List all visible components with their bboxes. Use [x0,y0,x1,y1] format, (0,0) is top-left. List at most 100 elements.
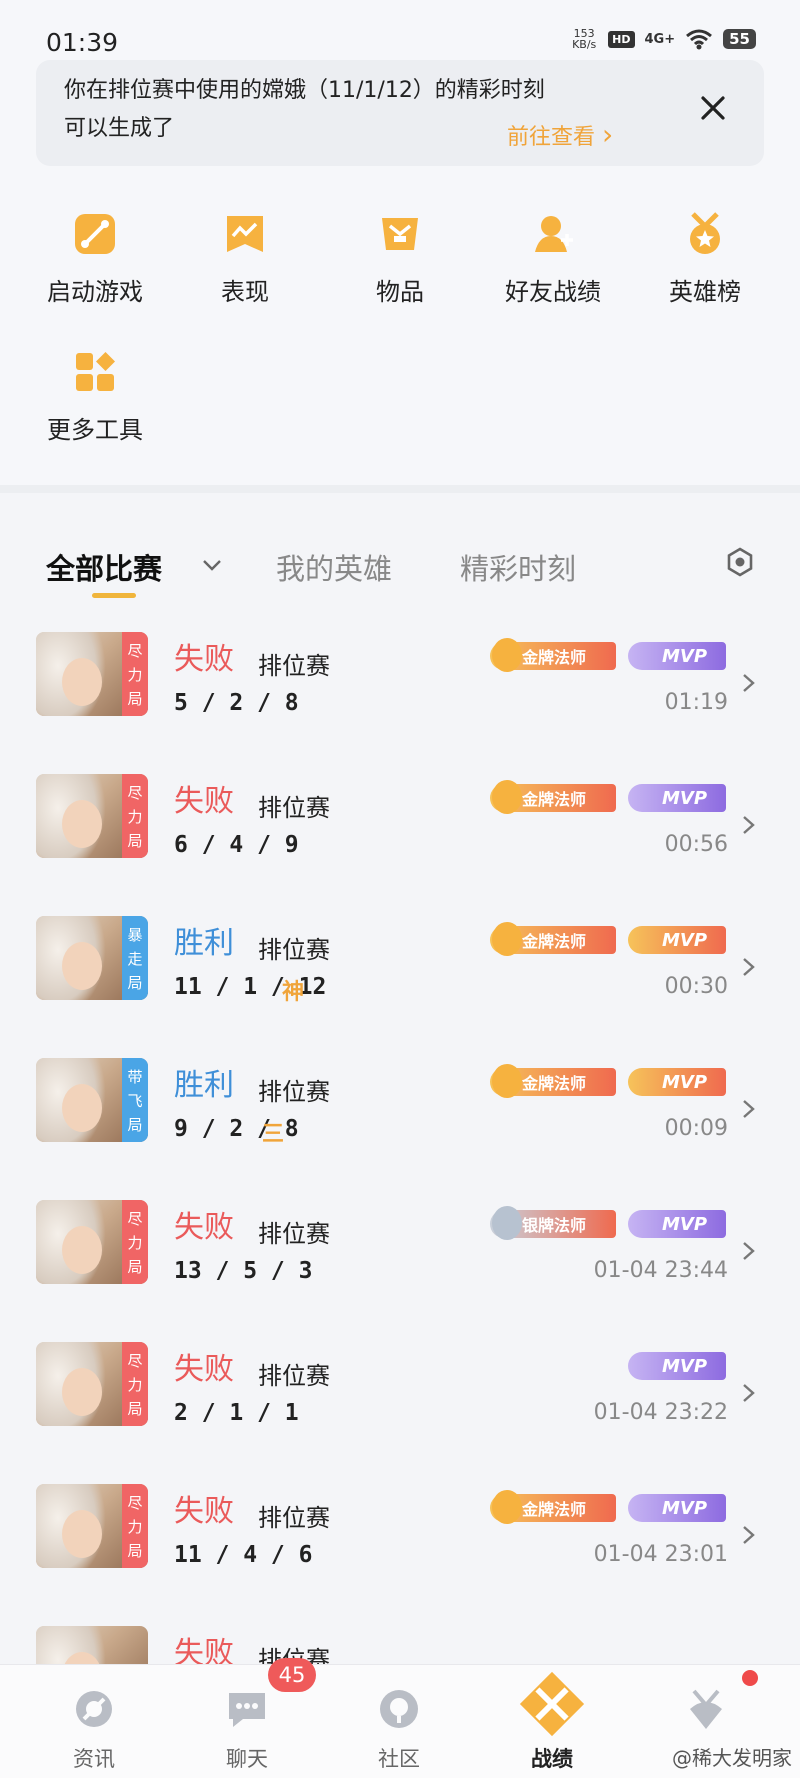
hero-avatar-face [62,1510,102,1558]
hero-avatar: 暴走局 [36,916,148,1000]
medal-label: 金牌法师 [522,932,587,951]
hero-avatar-face [62,1084,102,1132]
match-tag-char: 局 [127,973,143,992]
match-kda: 2 / 1 / 1 [174,1400,299,1426]
mvp-badge: MVP [628,1210,726,1238]
mvp-label: MVP [662,787,708,809]
highlight-notice[interactable]: 你在排位赛中使用的嫦娥（11/1/12）的精彩时刻 可以生成了 [36,60,764,166]
medal-icon [492,922,522,956]
mvp-label: MVP [662,1497,708,1519]
hero-rank-icon [690,212,720,254]
match-row[interactable]: 尽力局失败 排位赛 13 / 5 / 3 银牌法师 MVP 01-04 23:44 [0,1200,800,1342]
mvp-badge: MVP [628,642,726,670]
profile-notification-dot [742,1670,758,1686]
match-time: 01-04 23:44 [593,1258,728,1283]
match-tag-char: 局 [127,689,143,708]
nav-label: 战绩 [531,1747,573,1771]
hero-avatar: 带飞局 [36,1058,148,1142]
nav-news[interactable]: 资讯 [34,1677,154,1773]
tool-more[interactable]: 更多工具 [20,350,170,445]
medal-icon [492,780,522,814]
match-time: 00:56 [664,832,728,857]
match-achievement: 三 [262,1122,285,1147]
items-icon [382,218,418,250]
mvp-label: MVP [662,645,708,667]
match-row[interactable]: 尽力局失败 排位赛 6 / 4 / 9 金牌法师 MVP 00:56 [0,774,800,916]
chevron-down-icon[interactable] [200,553,224,577]
launch-game-icon [75,214,115,254]
match-tag: 尽力局 [122,1484,148,1568]
hero-avatar-face [62,1368,102,1416]
match-achievement: 神 [282,980,305,1005]
match-row[interactable]: 尽力局失败 排位赛 11 / 4 / 6 金牌法师 MVP 01-04 23:01 [0,1484,800,1626]
match-tag-char: 暴 [127,925,143,944]
news-icon [76,1691,112,1727]
match-tag: 尽力局 [122,632,148,716]
notice-line-1: 你在排位赛中使用的嫦娥（11/1/12）的精彩时刻 [64,78,545,103]
match-result: 失败 [174,642,234,677]
performance-icon [227,216,263,252]
hero-avatar: 尽力局 [36,632,148,716]
community-icon [380,1690,418,1728]
watermark: @稀大发明家 [672,1746,792,1770]
tool-friend-record[interactable]: 好友战绩 [478,212,628,307]
match-tag-char: 尽 [127,1351,143,1370]
more-tools-icon [76,352,115,391]
nav-community[interactable]: 社区 [339,1677,459,1773]
match-tag-char: 力 [127,1375,143,1394]
tool-performance[interactable]: 表现 [170,212,320,307]
match-mode: 排位赛 [258,1504,330,1532]
medal-badge: 金牌法师 [490,1490,616,1524]
chevron-right-icon [743,958,755,976]
match-row[interactable]: 暴走局胜利 排位赛 11 / 1 / 12 神金牌法师 MVP 00:30 [0,916,800,1058]
medal-badge: 金牌法师 [490,780,616,814]
match-tag-char: 局 [127,1399,143,1418]
battery-icon: 55 [723,29,756,49]
medal-label: 金牌法师 [522,648,587,667]
match-tag: 带飞局 [122,1058,148,1142]
profile-icon [690,1689,722,1729]
settings-icon[interactable] [724,546,756,578]
chevron-right-icon [743,1526,755,1544]
hd-icon: HD [608,30,635,48]
tool-launch-game[interactable]: 启动游戏 [20,212,170,307]
nav-profile[interactable] [646,1677,766,1743]
section-divider [0,485,800,493]
notice-view-link[interactable]: 前往查看 › [507,118,613,151]
match-kda: 11 / 4 / 6 [174,1542,313,1568]
tab-highlights[interactable]: 精彩时刻 [460,546,576,588]
tool-hero-rank[interactable]: 英雄榜 [630,212,780,307]
mvp-badge: MVP [628,784,726,812]
match-tag: 尽力局 [122,1342,148,1426]
nav-record[interactable]: 战绩 [492,1671,612,1773]
match-tag: 暴走局 [122,916,148,1000]
mvp-label: MVP [662,1071,708,1093]
tool-items[interactable]: 物品 [325,212,475,307]
match-tag-char: 局 [127,1115,143,1134]
tab-all-matches[interactable]: 全部比赛 [46,546,162,588]
status-time: 01:39 [46,28,119,57]
nav-label: 社区 [378,1747,420,1771]
match-result: 失败 [174,784,234,819]
match-tag-char: 尽 [127,641,143,660]
match-tag-char: 力 [127,807,143,826]
hero-avatar: 尽力局 [36,1200,148,1284]
chevron-right-icon [743,816,755,834]
match-row[interactable]: 带飞局胜利 排位赛 9 / 2 / 8 三金牌法师 MVP 00:09 [0,1058,800,1200]
close-icon[interactable] [697,92,729,124]
match-tag-char: 带 [127,1067,143,1086]
tool-label: 启动游戏 [47,278,143,306]
match-row[interactable]: 尽力局失败 排位赛 2 / 1 / 1 MVP 01-04 23:22 [0,1342,800,1484]
match-kda: 6 / 4 / 9 [174,832,299,858]
hero-avatar-face [62,1226,102,1274]
match-tag-char: 力 [127,1517,143,1536]
tab-my-heroes[interactable]: 我的英雄 [276,546,392,588]
medal-badge: 银牌法师 [490,1206,616,1240]
match-row[interactable]: 尽力局失败 排位赛 5 / 2 / 8 金牌法师 MVP 01:19 [0,632,800,774]
match-tag-char: 走 [127,949,143,968]
mvp-label: MVP [662,929,708,951]
medal-icon [492,1206,522,1240]
hero-avatar: 尽力局 [36,1484,148,1568]
match-tag-char: 局 [127,1541,143,1560]
match-time: 01-04 23:22 [593,1400,728,1425]
